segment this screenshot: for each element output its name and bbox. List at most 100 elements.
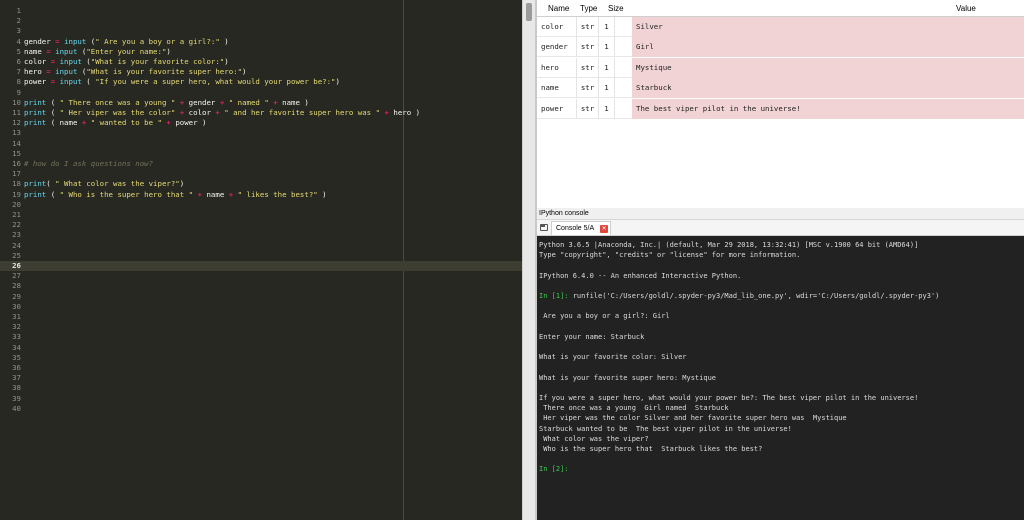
editor-line[interactable]: 31: [0, 312, 522, 322]
line-number: 18: [12, 179, 21, 189]
editor-line[interactable]: 14: [0, 139, 522, 149]
variable-row[interactable]: power str 1 The best viper pilot in the uni…: [537, 98, 1024, 119]
code-token: (: [77, 46, 87, 56]
console-output-line: What color was the viper?: [539, 434, 648, 444]
code-token: (: [46, 189, 60, 199]
console-text: What is your favorite color: Silver: [539, 353, 687, 362]
editor-line[interactable]: 22: [0, 220, 522, 230]
editor-scrollbar[interactable]: [522, 0, 535, 520]
editor-line[interactable]: 11 print ( " Her viper was the color" + c…: [0, 108, 522, 118]
line-number: 24: [12, 240, 21, 250]
column-header-value[interactable]: Value: [956, 4, 976, 13]
console-output-line: Her viper was the color Silver and her f…: [539, 413, 846, 423]
editor-line[interactable]: 40: [0, 404, 522, 414]
editor-line[interactable]: 7 hero = input ("What is your favorite su…: [0, 67, 522, 77]
editor-scrollbar-thumb[interactable]: [526, 3, 532, 21]
column-header-name[interactable]: Name: [548, 4, 569, 13]
editor-line[interactable]: 20: [0, 200, 522, 210]
editor-line[interactable]: 33: [0, 332, 522, 342]
editor-line[interactable]: 23: [0, 230, 522, 240]
editor-line[interactable]: 12 print ( name + " wanted to be " + powe…: [0, 118, 522, 128]
variable-row[interactable]: name str 1 Starbuck: [537, 78, 1024, 99]
console-output-line: Are you a boy or a girl?: Girl: [539, 311, 669, 321]
console-output-line: There once was a young Girl named Starbu…: [539, 403, 729, 413]
console-prompt: In [2]:: [539, 465, 573, 474]
line-number: 14: [12, 138, 21, 148]
editor-line[interactable]: 28: [0, 281, 522, 291]
code-text: color = input ("What is your favorite co…: [24, 57, 229, 67]
editor-line[interactable]: 10 print ( " There once was a young " + g…: [0, 98, 522, 108]
line-number: 5: [16, 46, 21, 56]
console-input-line: In [2]:: [539, 464, 573, 474]
close-icon[interactable]: ✕: [600, 225, 609, 233]
code-token: input: [55, 67, 78, 77]
browse-tabs-icon[interactable]: [540, 224, 548, 231]
console-text: IPython 6.4.0 -- An enhanced Interactive…: [539, 271, 742, 280]
code-token: " Are you a boy or a girl?:": [95, 36, 220, 46]
console-output-line: What is your favorite super hero: Mystiq…: [539, 373, 716, 383]
console-text: Enter your name: Starbuck: [539, 332, 645, 341]
code-text: print( " What color was the viper?"): [24, 179, 184, 189]
editor-line[interactable]: 37: [0, 373, 522, 383]
code-token: ): [179, 179, 185, 189]
console-text: Starbuck wanted to be The best viper pil…: [539, 424, 792, 433]
code-text: power = input ( "If you were a super her…: [24, 77, 340, 87]
editor-line[interactable]: 21: [0, 210, 522, 220]
variable-name: hero: [541, 57, 577, 78]
editor-line[interactable]: 36: [0, 363, 522, 373]
editor-line[interactable]: 38: [0, 383, 522, 393]
editor-line[interactable]: 30: [0, 302, 522, 312]
editor-line[interactable]: 25: [0, 251, 522, 261]
console-output-line: Type "copyright", "credits" or "license"…: [539, 250, 800, 260]
code-token: ( name: [46, 118, 82, 128]
console-text: runfile('C:/Users/goldl/.spyder-py3/Mad_…: [572, 292, 940, 300]
editor-line[interactable]: 4 gender = input (" Are you a boy or a gi…: [0, 37, 522, 47]
editor-line[interactable]: 9: [0, 88, 522, 98]
editor-line[interactable]: 27: [0, 271, 522, 281]
editor-line[interactable]: 8 power = input ( "If you were a super he…: [0, 77, 522, 87]
editor-line[interactable]: 2: [0, 16, 522, 26]
editor-line[interactable]: 34: [0, 343, 522, 353]
variable-size: 1: [599, 98, 615, 119]
code-token: name: [202, 189, 229, 199]
editor-line[interactable]: 26: [0, 261, 522, 272]
editor-line[interactable]: 24: [0, 241, 522, 251]
console-output-line: If you were a super hero, what would you…: [539, 393, 918, 403]
console-tab-label: Console 5/A: [556, 225, 595, 232]
column-header-size[interactable]: Size: [608, 4, 624, 13]
editor-line[interactable]: 3: [0, 26, 522, 36]
tab-console-5a[interactable]: Console 5/A ✕: [551, 221, 612, 235]
line-number: 13: [12, 128, 21, 138]
variable-type: str: [577, 78, 599, 99]
editor-line[interactable]: 39: [0, 394, 522, 404]
editor-line[interactable]: 35: [0, 353, 522, 363]
code-token: name ): [277, 97, 309, 107]
code-token: " What color was the viper?": [55, 179, 180, 189]
editor-line[interactable]: 29: [0, 292, 522, 302]
code-token: print: [24, 189, 47, 199]
editor-line[interactable]: 15: [0, 149, 522, 159]
variable-row[interactable]: color str 1 Silver: [537, 17, 1024, 37]
variable-row[interactable]: hero str 1 Mystique: [537, 57, 1024, 78]
editor-line[interactable]: 13: [0, 128, 522, 138]
editor-line[interactable]: 19 print ( " Who is the super hero that "…: [0, 190, 522, 200]
editor-line[interactable]: 18 print( " What color was the viper?"): [0, 179, 522, 189]
editor-line[interactable]: 17: [0, 169, 522, 179]
editor-line[interactable]: 5 name = input ("Enter your name:"): [0, 47, 522, 57]
editor-line[interactable]: 1: [0, 6, 522, 16]
variable-row[interactable]: gender str 1 Girl: [537, 37, 1024, 58]
code-token: color: [24, 57, 51, 66]
code-token: " There once was a young ": [59, 97, 176, 107]
variable-name: power: [541, 98, 577, 119]
editor-line[interactable]: 6 color = input ("What is your favorite c…: [0, 57, 522, 67]
code-editor[interactable]: 1 2 3 4 gender = input (" Are you a boy or a…: [0, 0, 522, 520]
editor-line[interactable]: 32: [0, 322, 522, 332]
editor-line[interactable]: 16 # how do I ask questions now?: [0, 159, 522, 169]
code-token: "If you were a super hero, what would yo…: [95, 77, 336, 87]
code-token: "What is your favorite color:": [90, 57, 225, 66]
column-header-type[interactable]: Type: [580, 4, 597, 13]
variable-value: Girl: [632, 37, 1024, 58]
console-text: There once was a young Girl named Starbu…: [539, 404, 729, 413]
ipython-console[interactable]: Python 3.6.5 |Anaconda, Inc.| (default, …: [537, 236, 1024, 520]
line-number: 26: [12, 261, 21, 270]
